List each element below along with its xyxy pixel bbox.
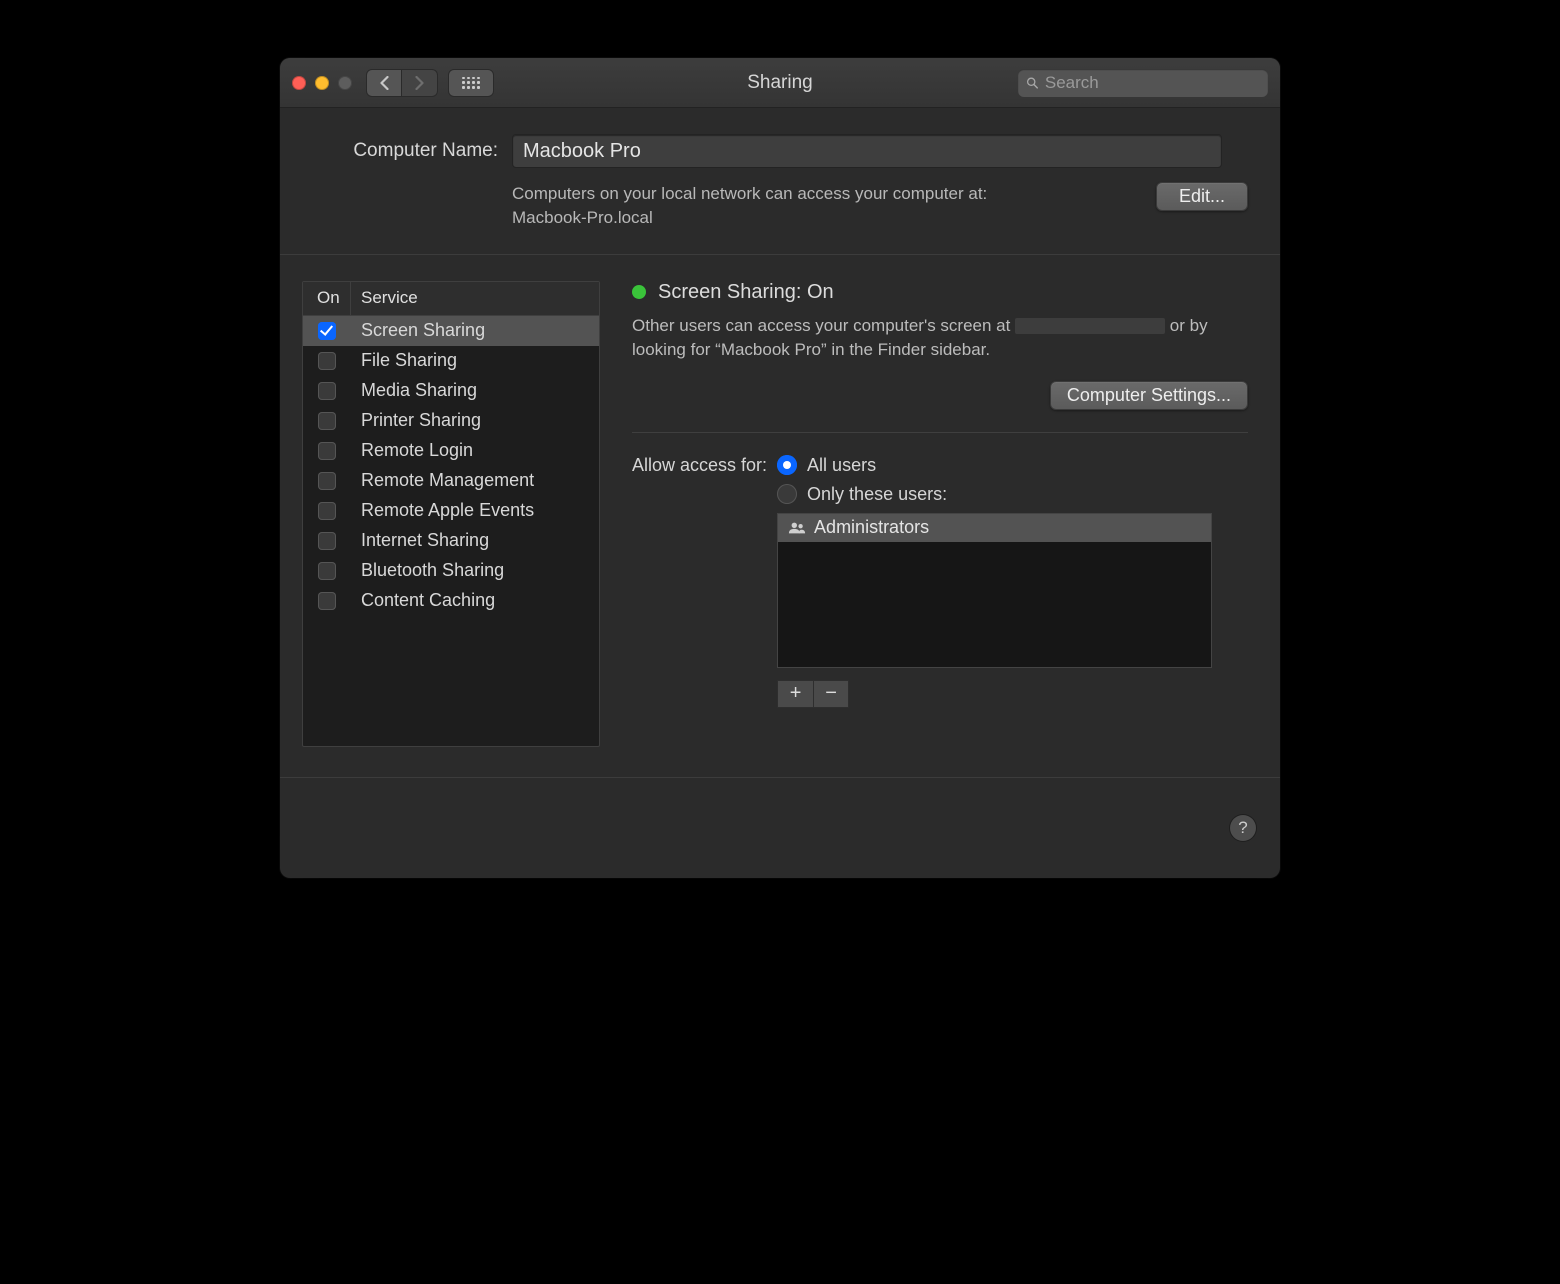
radio-all-users[interactable]: All users <box>777 455 1212 476</box>
user-list-controls: + − <box>777 680 1212 708</box>
search-field[interactable] <box>1018 69 1268 97</box>
service-checkbox[interactable] <box>318 502 336 520</box>
users-group-icon <box>788 521 806 535</box>
add-user-button[interactable]: + <box>777 680 813 708</box>
window-title: Sharing <box>747 72 813 94</box>
service-row[interactable]: Remote Login <box>303 436 599 466</box>
allowed-users-list[interactable]: Administrators <box>777 513 1212 668</box>
forward-button[interactable] <box>402 69 438 97</box>
service-name: Screen Sharing <box>351 320 599 341</box>
service-detail: Screen Sharing: On Other users can acces… <box>632 281 1248 747</box>
status-indicator-icon <box>632 285 646 299</box>
service-row[interactable]: Media Sharing <box>303 376 599 406</box>
service-name: File Sharing <box>351 350 599 371</box>
service-name: Internet Sharing <box>351 530 599 551</box>
computer-name-label: Computer Name: <box>312 134 512 162</box>
service-name: Content Caching <box>351 590 599 611</box>
radio-button-icon <box>777 455 797 475</box>
service-name: Bluetooth Sharing <box>351 560 599 581</box>
chevron-right-icon <box>414 76 425 90</box>
edit-hostname-button[interactable]: Edit... <box>1156 182 1248 211</box>
window-controls <box>292 76 352 90</box>
service-row[interactable]: Internet Sharing <box>303 526 599 556</box>
service-name: Remote Management <box>351 470 599 491</box>
service-checkbox[interactable] <box>318 322 336 340</box>
search-icon <box>1026 76 1039 90</box>
computer-settings-button[interactable]: Computer Settings... <box>1050 381 1248 410</box>
service-checkbox[interactable] <box>318 532 336 550</box>
preferences-window: Sharing Computer Name: Computers on your… <box>280 58 1280 878</box>
grid-icon <box>462 77 480 89</box>
computer-name-section: Computer Name: Computers on your local n… <box>280 108 1280 255</box>
service-checkbox[interactable] <box>318 352 336 370</box>
help-button[interactable]: ? <box>1230 815 1256 841</box>
service-row[interactable]: Bluetooth Sharing <box>303 556 599 586</box>
service-name: Printer Sharing <box>351 410 599 431</box>
service-row[interactable]: Remote Management <box>303 466 599 496</box>
service-row[interactable]: Remote Apple Events <box>303 496 599 526</box>
radio-only-these-users[interactable]: Only these users: <box>777 484 1212 505</box>
remove-user-button[interactable]: − <box>813 680 849 708</box>
window-footer: ? <box>280 778 1280 878</box>
service-status-title: Screen Sharing: On <box>658 281 834 304</box>
titlebar: Sharing <box>280 58 1280 108</box>
radio-button-icon <box>777 484 797 504</box>
services-header: On Service <box>303 282 599 316</box>
service-name: Remote Apple Events <box>351 500 599 521</box>
sharing-main: On Service Screen Sharing File Sharing Med… <box>280 255 1280 778</box>
access-radio-group: All users Only these users: <box>777 455 1212 505</box>
show-all-button[interactable] <box>448 69 494 97</box>
computer-name-hint: Computers on your local network can acce… <box>512 182 1102 230</box>
address-redacted <box>1015 318 1165 334</box>
service-name: Remote Login <box>351 440 599 461</box>
service-checkbox[interactable] <box>318 592 336 610</box>
service-checkbox[interactable] <box>318 442 336 460</box>
close-window-button[interactable] <box>292 76 306 90</box>
services-col-on: On <box>303 282 351 315</box>
service-checkbox[interactable] <box>318 562 336 580</box>
service-description: Other users can access your computer's s… <box>632 314 1248 363</box>
minimize-window-button[interactable] <box>315 76 329 90</box>
service-checkbox[interactable] <box>318 382 336 400</box>
computer-name-input[interactable] <box>512 134 1222 168</box>
service-row[interactable]: Content Caching <box>303 586 599 616</box>
services-col-name: Service <box>351 282 599 315</box>
service-row[interactable]: Screen Sharing <box>303 316 599 346</box>
nav-group <box>366 69 438 97</box>
zoom-window-button[interactable] <box>338 76 352 90</box>
service-name: Media Sharing <box>351 380 599 401</box>
allow-access-label: Allow access for: <box>632 455 767 476</box>
user-row[interactable]: Administrators <box>778 514 1211 542</box>
service-checkbox[interactable] <box>318 472 336 490</box>
service-checkbox[interactable] <box>318 412 336 430</box>
search-input[interactable] <box>1045 73 1260 93</box>
back-button[interactable] <box>366 69 402 97</box>
service-row[interactable]: Printer Sharing <box>303 406 599 436</box>
services-table: On Service Screen Sharing File Sharing Med… <box>302 281 600 747</box>
chevron-left-icon <box>379 76 390 90</box>
service-row[interactable]: File Sharing <box>303 346 599 376</box>
